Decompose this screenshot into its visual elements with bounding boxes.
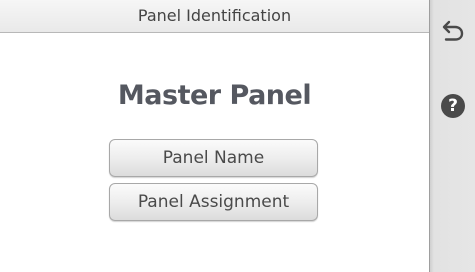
help-icon: ? [448,96,458,116]
main-area: Panel Identification Master Panel Panel … [0,0,429,272]
back-arrow-icon [442,20,464,41]
panel-name-button[interactable]: Panel Name [109,139,318,177]
page-title: Panel Identification [137,6,292,25]
sidebar: ? [429,0,475,272]
back-button[interactable] [440,18,466,44]
screen: Panel Identification Master Panel Panel … [0,0,475,272]
panel-assignment-button[interactable]: Panel Assignment [109,183,318,221]
title-bar: Panel Identification [0,0,429,33]
help-button[interactable]: ? [441,94,465,118]
panel-heading: Master Panel [117,80,312,111]
